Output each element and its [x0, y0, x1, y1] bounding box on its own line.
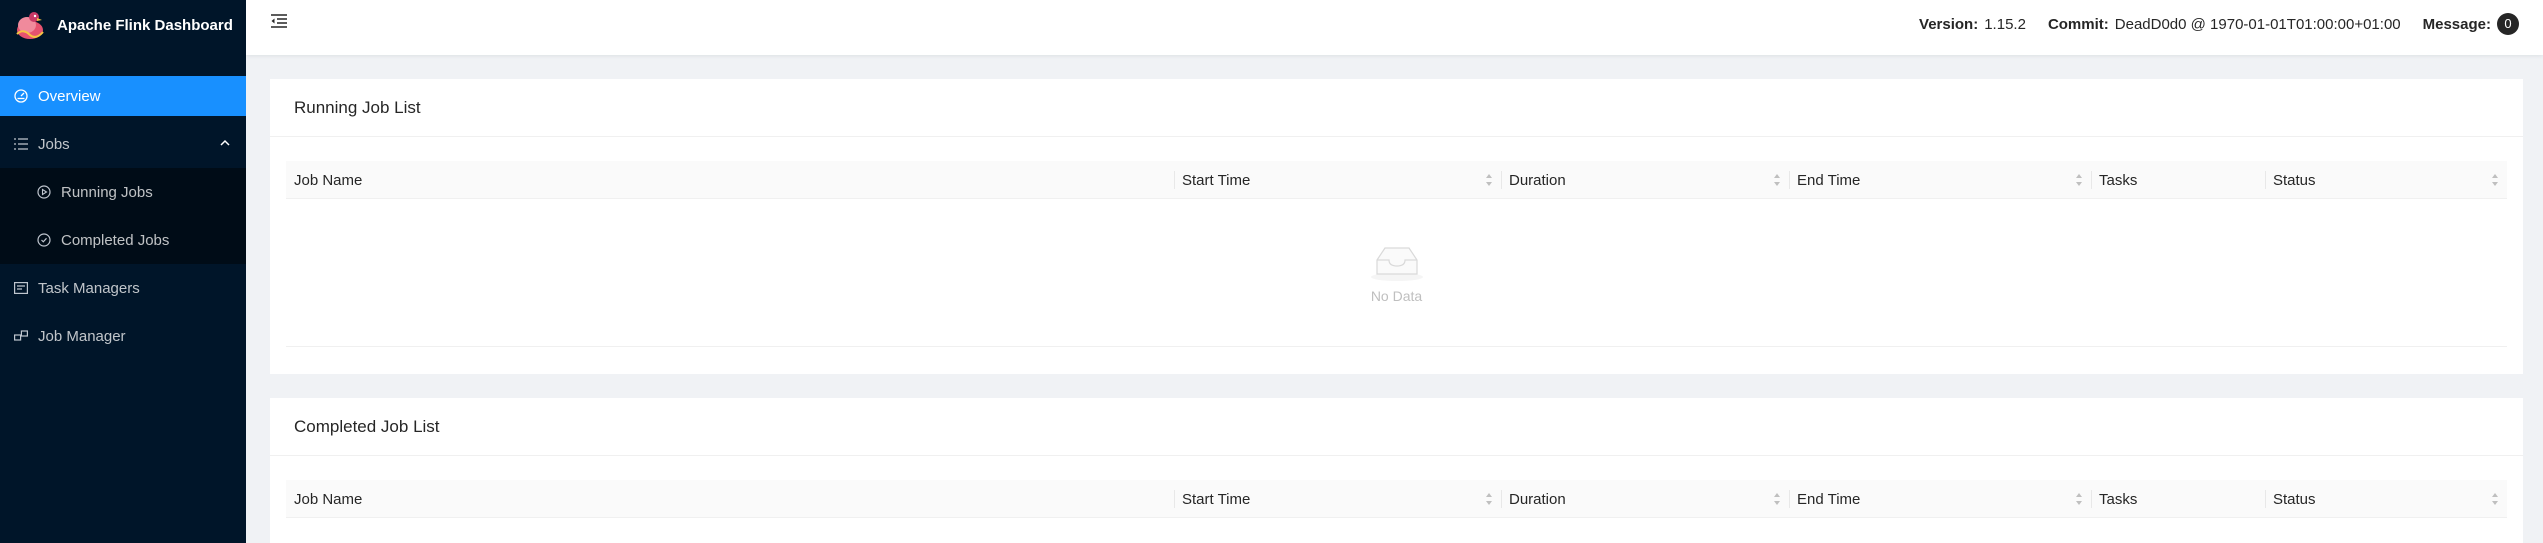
sort-icon[interactable]: [1485, 492, 1493, 506]
dashboard-icon: [13, 88, 29, 104]
sidebar-item-label: Job Manager: [38, 327, 126, 345]
running-job-title: Running Job List: [270, 79, 2523, 137]
header: Version: 1.15.2 Commit: DeadD0d0 @ 1970-…: [246, 0, 2543, 55]
header-info: Version: 1.15.2 Commit: DeadD0d0 @ 1970-…: [1897, 0, 2519, 48]
column-header-end-time[interactable]: End Time: [1789, 161, 2091, 199]
build-icon: [13, 328, 29, 344]
column-header-end-time[interactable]: End Time: [1789, 480, 2091, 518]
table-header: Job Name Start Time Duration End Time Ta…: [286, 480, 2507, 518]
commit-label: Commit:: [2047, 15, 2109, 33]
sidebar-item-label: Completed Jobs: [61, 231, 170, 249]
commit-value: DeadD0d0 @ 1970-01-01T01:00:00+01:00: [2114, 15, 2401, 33]
sort-icon[interactable]: [1485, 173, 1493, 187]
sidebar-item-running-jobs[interactable]: Running Jobs: [0, 172, 246, 212]
running-job-card: Running Job List Job Name Start Time Dur…: [270, 79, 2523, 374]
unordered-list-icon: [13, 136, 29, 152]
play-circle-icon: [36, 184, 52, 200]
sidebar-item-label: Overview: [38, 87, 101, 105]
sidebar: Apache Flink Dashboard Overview Jobs Run…: [0, 0, 246, 543]
sidebar-item-jobs[interactable]: Jobs: [0, 124, 246, 164]
commit-info: Commit: DeadD0d0 @ 1970-01-01T01:00:00+0…: [2048, 16, 2401, 33]
sort-icon[interactable]: [2491, 492, 2499, 506]
check-circle-icon: [36, 232, 52, 248]
empty-text: No Data: [1370, 287, 1423, 304]
completed-job-table: Job Name Start Time Duration End Time Ta…: [286, 480, 2507, 518]
column-header-tasks: Tasks: [2091, 161, 2265, 199]
completed-job-card: Completed Job List Job Name Start Time D…: [270, 398, 2523, 543]
sort-icon[interactable]: [2075, 173, 2083, 187]
message-count-badge[interactable]: 0: [2497, 13, 2519, 35]
sidebar-item-overview[interactable]: Overview: [0, 76, 246, 116]
column-header-job-name: Job Name: [294, 490, 363, 508]
column-header-start-time[interactable]: Start Time: [1174, 480, 1501, 518]
message-info[interactable]: Message: 0: [2423, 13, 2519, 35]
empty-state: No Data: [286, 199, 2507, 347]
message-label: Message:: [2422, 15, 2491, 33]
sidebar-item-label: Running Jobs: [61, 183, 153, 201]
sort-icon[interactable]: [1773, 173, 1781, 187]
column-header-tasks: Tasks: [2091, 480, 2265, 518]
sort-icon[interactable]: [2491, 173, 2499, 187]
completed-job-title: Completed Job List: [270, 398, 2523, 456]
table-header: Job Name Start Time Duration End Time Ta…: [286, 161, 2507, 199]
menu-fold-icon[interactable]: [270, 13, 288, 29]
empty-inbox-icon: [1370, 246, 1423, 281]
sidebar-item-task-managers[interactable]: Task Managers: [0, 268, 246, 308]
running-job-table: Job Name Start Time Duration End Time Ta…: [286, 161, 2507, 347]
version-info: Version: 1.15.2: [1919, 16, 2026, 33]
sidebar-item-label: Task Managers: [38, 279, 140, 297]
sidebar-item-job-manager[interactable]: Job Manager: [0, 316, 246, 356]
brand-title: Apache Flink Dashboard: [57, 16, 233, 34]
schedule-icon: [13, 280, 29, 296]
column-header-duration[interactable]: Duration: [1501, 161, 1789, 199]
column-header-duration[interactable]: Duration: [1501, 480, 1789, 518]
sidebar-item-label: Jobs: [38, 135, 70, 153]
column-header-start-time[interactable]: Start Time: [1174, 161, 1501, 199]
sort-icon[interactable]: [1773, 492, 1781, 506]
sort-icon[interactable]: [2075, 492, 2083, 506]
brand[interactable]: Apache Flink Dashboard: [0, 0, 246, 50]
version-value: 1.15.2: [1984, 15, 2026, 33]
column-header-status[interactable]: Status: [2265, 161, 2507, 199]
sidebar-item-completed-jobs[interactable]: Completed Jobs: [0, 220, 246, 260]
chevron-up-icon: [220, 139, 230, 146]
version-label: Version:: [1919, 15, 1979, 33]
column-header-job-name: Job Name: [294, 171, 363, 189]
flink-logo-icon: [16, 12, 44, 39]
column-header-status[interactable]: Status: [2265, 480, 2507, 518]
